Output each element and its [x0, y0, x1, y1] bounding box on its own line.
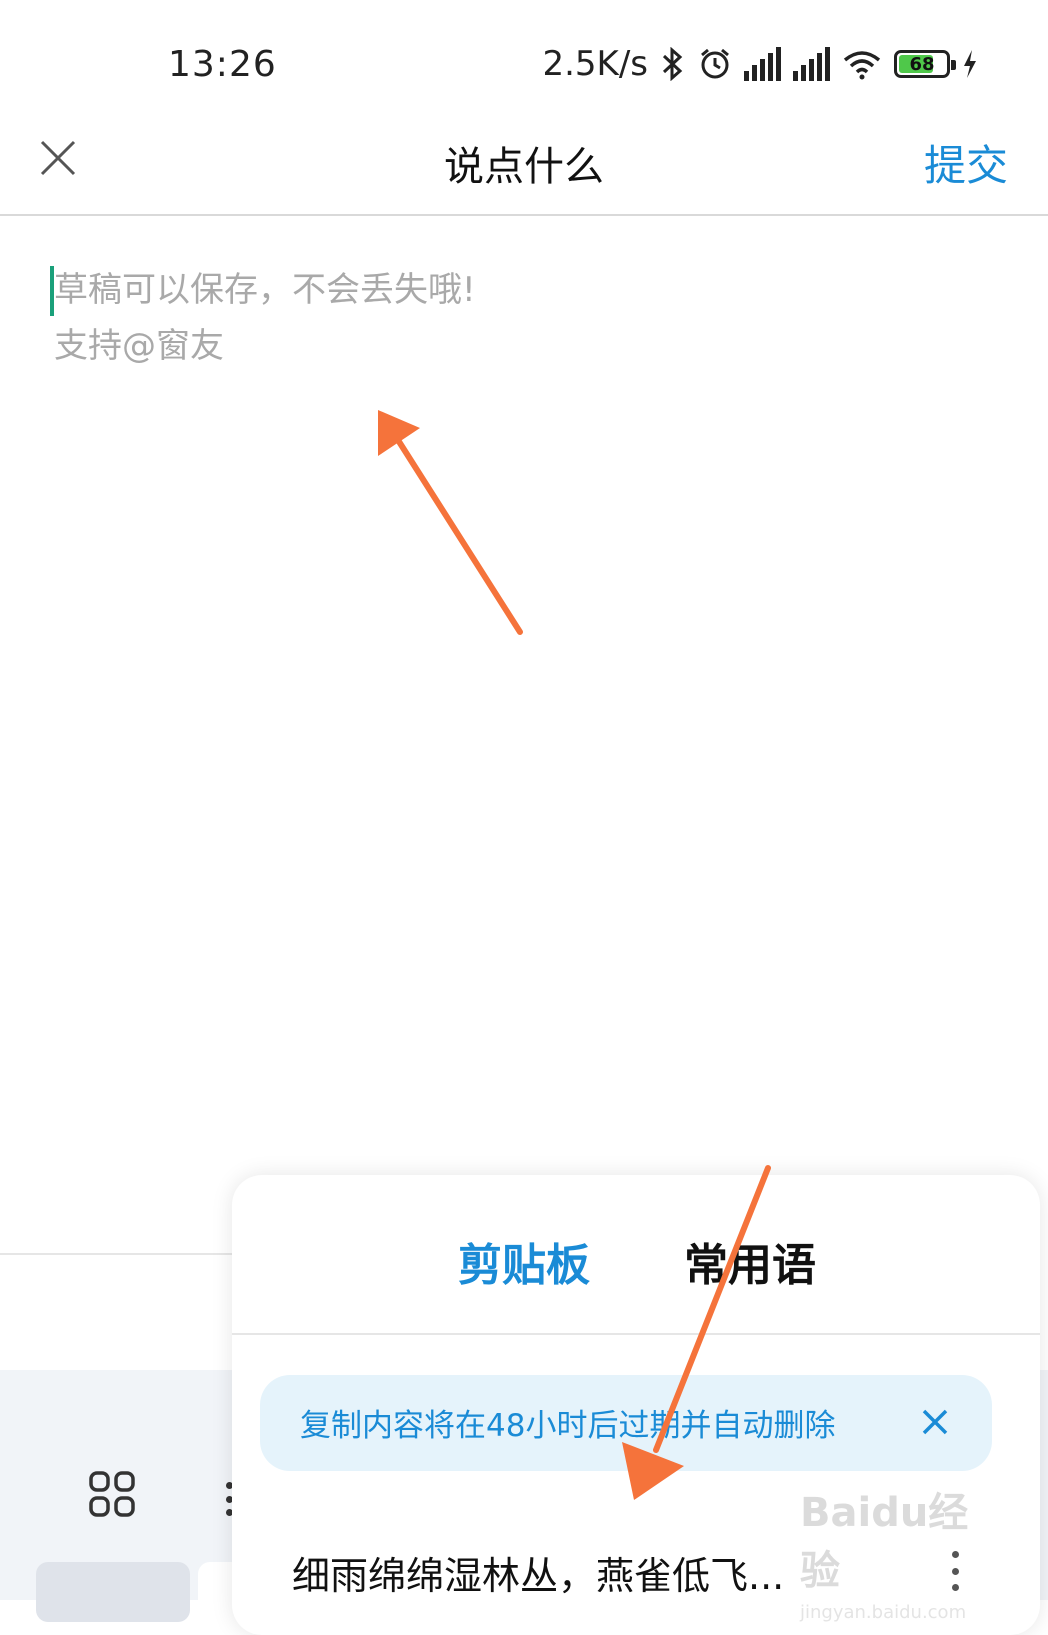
hd-signal-icon — [744, 47, 781, 81]
page-title: 说点什么 — [444, 144, 604, 190]
clipboard-item[interactable]: 细雨绵绵湿林丛，燕雀低飞... — [292, 1545, 784, 1600]
post-editor[interactable]: 草稿可以保存，不会丢失哦! 支持@窗友 — [50, 262, 990, 374]
status-icons: 2.5K/s 68 — [542, 44, 978, 84]
battery-icon: 68 — [894, 50, 956, 78]
keyboard-key[interactable] — [36, 1562, 190, 1622]
watermark: Baidu经验 jingyan.baidu.com — [800, 1480, 1000, 1623]
tab-clipboard[interactable]: 剪贴板 — [458, 1229, 590, 1293]
wifi-icon — [843, 51, 881, 80]
tab-common-phrases[interactable]: 常用语 — [684, 1229, 816, 1293]
watermark-logo: Baidu经验 — [800, 1490, 969, 1594]
hd-signal-icon — [793, 47, 830, 81]
status-time: 13:26 — [168, 44, 277, 85]
bluetooth-icon — [662, 47, 683, 81]
placeholder-line-2: 支持@窗友 — [54, 326, 224, 366]
notice-text: 复制内容将在48小时后过期并自动删除 — [300, 1408, 836, 1444]
apps-grid-icon[interactable] — [88, 1470, 136, 1518]
text-cursor — [50, 266, 54, 316]
placeholder-line-1: 草稿可以保存，不会丢失哦! — [54, 270, 476, 310]
network-speed: 2.5K/s — [542, 44, 648, 84]
divider — [0, 1253, 240, 1255]
expiry-notice: 复制内容将在48小时后过期并自动删除 — [260, 1375, 992, 1471]
charging-icon — [964, 50, 976, 78]
submit-button[interactable]: 提交 — [924, 132, 1008, 193]
panel-tabs: 剪贴板 常用语 — [232, 1175, 1040, 1335]
alarm-icon — [701, 48, 729, 79]
top-bar: 说点什么 提交 — [0, 120, 1048, 216]
watermark-url: jingyan.baidu.com — [800, 1602, 967, 1623]
status-bar: 13:26 2.5K/s 68 — [0, 0, 1048, 120]
close-icon[interactable] — [916, 1403, 954, 1441]
